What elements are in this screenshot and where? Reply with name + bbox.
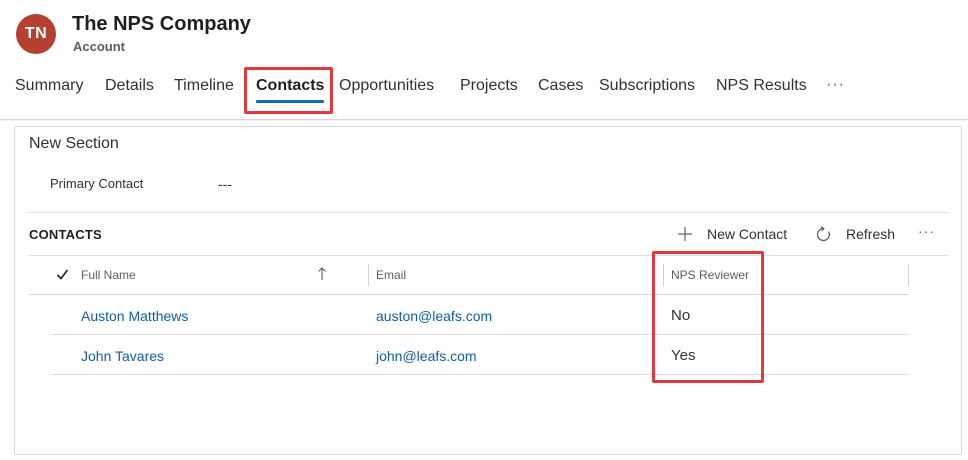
refresh-icon [816, 225, 830, 241]
form-card [14, 126, 962, 455]
tab-contacts[interactable]: Contacts [256, 74, 325, 103]
sort-ascending-icon[interactable] [317, 266, 327, 282]
column-header-email[interactable]: Email [376, 268, 406, 282]
refresh-button[interactable]: Refresh [815, 222, 895, 246]
column-header-nps-reviewer[interactable]: NPS Reviewer [671, 268, 749, 282]
section-title: New Section [29, 135, 119, 152]
primary-contact-value[interactable]: --- [218, 176, 232, 192]
tab-timeline[interactable]: Timeline [174, 74, 234, 98]
record-entity-type: Account [73, 39, 125, 54]
section-divider [29, 212, 948, 213]
grid-toolbar-divider [29, 255, 948, 256]
record-title: The NPS Company [72, 13, 251, 35]
contact-full-name-link[interactable]: Auston Matthews [81, 308, 188, 324]
subgrid-more-icon[interactable]: ··· [918, 223, 935, 239]
contact-full-name-link[interactable]: John Tavares [81, 348, 164, 364]
new-contact-button[interactable]: New Contact [677, 222, 787, 246]
subgrid-title: CONTACTS [29, 227, 102, 242]
column-separator[interactable] [908, 264, 909, 286]
tab-details[interactable]: Details [105, 74, 154, 98]
tab-cases[interactable]: Cases [538, 74, 583, 98]
column-separator[interactable] [368, 264, 369, 286]
tab-nps-results[interactable]: NPS Results [716, 74, 807, 98]
column-separator[interactable] [663, 264, 664, 286]
column-header-full-name[interactable]: Full Name [81, 268, 136, 282]
tab-subscriptions[interactable]: Subscriptions [599, 74, 695, 98]
table-row[interactable]: Auston Matthews auston@leafs.com No [50, 296, 909, 336]
select-all-checkmark-icon[interactable] [56, 268, 69, 281]
tab-contacts-label: Contacts [256, 77, 325, 94]
nps-reviewer-value: No [671, 307, 691, 324]
tab-summary[interactable]: Summary [15, 74, 83, 98]
plus-icon [678, 227, 692, 241]
record-header: TN The NPS Company Account Summary Detai… [0, 0, 968, 120]
row-divider [50, 374, 909, 375]
refresh-label: Refresh [846, 226, 896, 242]
primary-contact-label: Primary Contact [50, 176, 144, 191]
nps-reviewer-value: Yes [671, 347, 696, 364]
tab-projects[interactable]: Projects [460, 74, 518, 98]
active-tab-indicator [256, 100, 325, 103]
header-row-divider [29, 294, 909, 295]
row-divider [50, 334, 909, 335]
contact-email-link[interactable]: auston@leafs.com [376, 308, 492, 324]
tabs-more-icon[interactable]: ··· [826, 74, 845, 96]
new-contact-label: New Contact [707, 226, 788, 242]
table-row[interactable]: John Tavares john@leafs.com Yes [50, 336, 909, 376]
contact-email-link[interactable]: john@leafs.com [376, 348, 477, 364]
avatar: TN [16, 14, 56, 54]
tab-opportunities[interactable]: Opportunities [339, 74, 434, 98]
